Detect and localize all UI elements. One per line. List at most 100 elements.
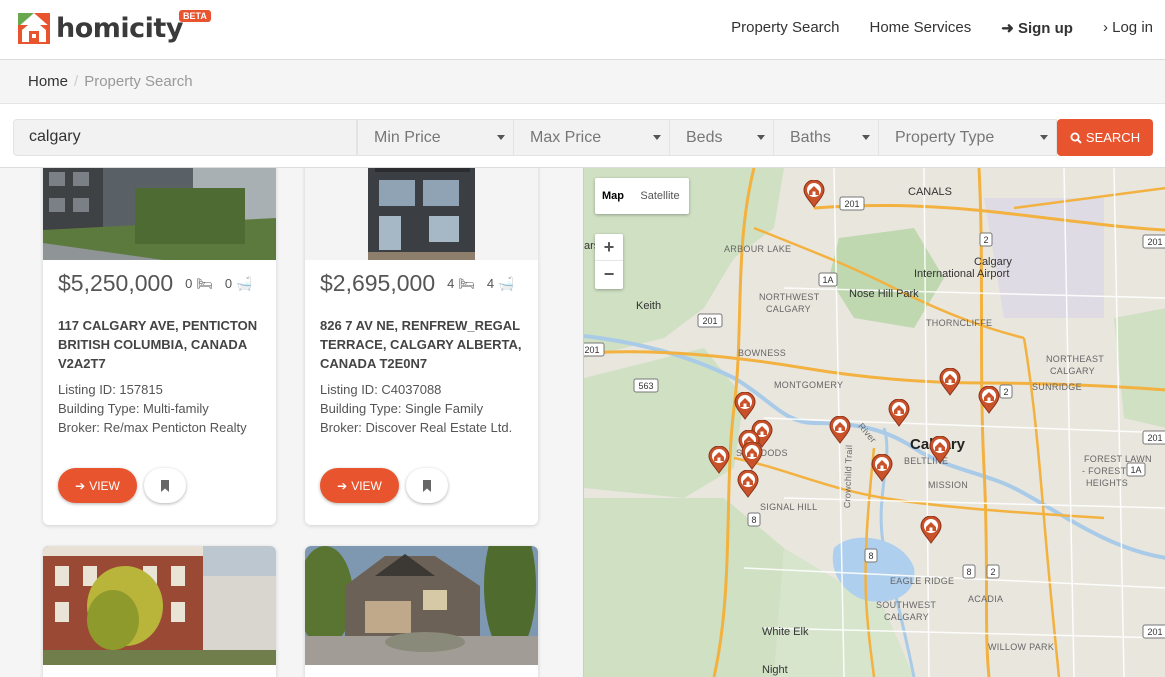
baths-label: Baths <box>790 129 831 146</box>
listing-address[interactable]: 117 CALGARY AVE, PENTICTON BRITISH COLUM… <box>58 316 268 373</box>
baths-count: 0 <box>224 276 233 291</box>
listing-price: $5,250,000 <box>58 270 174 296</box>
location-search-input[interactable]: calgary <box>13 119 357 156</box>
property-pin-icon[interactable] <box>929 435 951 464</box>
svg-text:201: 201 <box>844 199 859 209</box>
svg-text:201: 201 <box>1147 237 1162 247</box>
highway-shield: 1A <box>1126 462 1146 477</box>
listing-photo[interactable] <box>305 168 538 260</box>
listing-details: Listing ID: C4037088 Building Type: Sing… <box>320 380 530 437</box>
zoom-out-button[interactable]: − <box>595 261 623 288</box>
building-type: Building Type: Single Family <box>320 401 484 416</box>
property-pin-icon[interactable] <box>708 445 730 474</box>
search-button-label: SEARCH <box>1085 130 1141 145</box>
zoom-in-button[interactable]: + <box>595 234 623 261</box>
listing-price: $2,695,000 <box>320 270 436 296</box>
svg-text:2: 2 <box>1003 387 1008 397</box>
property-pin-icon[interactable] <box>741 441 763 470</box>
svg-text:563: 563 <box>638 381 653 391</box>
nav-log-in[interactable]: › Log in <box>1103 19 1153 37</box>
map-type-map[interactable]: Map <box>595 178 631 214</box>
highway-shield: 2 <box>979 232 993 247</box>
baths-select[interactable]: Baths <box>773 119 879 156</box>
listing-photo[interactable] <box>43 546 276 665</box>
nav-sign-up[interactable]: ➜ Sign up <box>1001 19 1073 37</box>
listing-photo[interactable] <box>43 168 276 260</box>
svg-text:8: 8 <box>751 515 756 525</box>
view-button[interactable]: ➔ VIEW <box>320 468 399 503</box>
min-price-select[interactable]: Min Price <box>357 119 514 156</box>
baths-count: 4 <box>486 276 495 291</box>
min-price-label: Min Price <box>374 129 441 146</box>
listing-id: Listing ID: 157815 <box>58 382 163 397</box>
listing-card: $5,250,000 0 🛏 0 🛁 117 CALGARY AVE, PENTIC… <box>43 168 276 525</box>
highway-shield: 8 <box>864 548 878 563</box>
svg-text:201: 201 <box>584 345 599 355</box>
property-pin-icon[interactable] <box>734 391 756 420</box>
map-type-control: Map Satellite <box>595 178 689 214</box>
listing-address[interactable]: 826 7 AV NE, RENFREW_REGAL TERRACE, CALG… <box>320 316 530 373</box>
baths-feature: 0 🛁 <box>225 276 252 292</box>
highway-shield: 8 <box>962 564 976 579</box>
price-row: $5,250,000 0 🛏 0 🛁 <box>58 270 268 297</box>
broker: Broker: Re/max Penticton Realty <box>58 420 247 435</box>
nav-home-services[interactable]: Home Services <box>870 19 972 37</box>
map-type-satellite[interactable]: Satellite <box>631 178 689 214</box>
breadcrumb: Home / Property Search <box>0 61 1165 103</box>
property-pin-icon[interactable] <box>939 367 961 396</box>
beds-select[interactable]: Beds <box>669 119 774 156</box>
bookmark-icon <box>423 479 431 492</box>
listing-photo[interactable] <box>305 546 538 665</box>
arrow-right-icon: ➔ <box>337 478 348 493</box>
svg-text:1A: 1A <box>822 275 833 285</box>
property-pin-icon[interactable] <box>737 469 759 498</box>
view-button[interactable]: ➔ VIEW <box>58 468 137 503</box>
bookmark-button[interactable] <box>406 468 448 503</box>
main-nav: Property Search Home Services ➜ Sign up … <box>731 19 1153 37</box>
beds-feature: 4 🛏 <box>447 276 475 292</box>
listings-panel: $5,250,000 0 🛏 0 🛁 117 CALGARY AVE, PENTIC… <box>0 168 583 677</box>
listing-card: $2,695,000 4 🛏 4 🛁 826 7 AV NE, RENFREW_RE… <box>305 168 538 525</box>
map-view[interactable]: CANALS ARBOUR LAKE Calgary International… <box>583 168 1165 677</box>
svg-text:1A: 1A <box>1130 465 1141 475</box>
caret-down-icon <box>862 135 870 140</box>
max-price-label: Max Price <box>530 129 602 146</box>
highway-shield: 201 <box>839 196 865 211</box>
search-button[interactable]: SEARCH <box>1057 119 1153 156</box>
svg-text:8: 8 <box>868 551 873 561</box>
bed-icon: 🛏 <box>458 275 475 291</box>
beds-count: 4 <box>447 276 455 291</box>
highway-shield: 563 <box>633 378 659 393</box>
caret-down-icon <box>497 135 505 140</box>
listing-card <box>43 546 276 677</box>
property-pin-icon[interactable] <box>920 515 942 544</box>
beds-feature: 0 🛏 <box>185 276 213 292</box>
log-in-label: Log in <box>1112 19 1153 36</box>
property-pin-icon[interactable] <box>803 179 825 208</box>
view-label: VIEW <box>351 478 382 493</box>
breadcrumb-home[interactable]: Home <box>28 73 68 90</box>
sign-up-label: Sign up <box>1017 20 1073 37</box>
property-pin-icon[interactable] <box>829 415 851 444</box>
property-type-label: Property Type <box>895 129 995 146</box>
svg-text:201: 201 <box>1147 433 1162 443</box>
nav-property-search[interactable]: Property Search <box>731 19 839 37</box>
search-bar: calgary Min Price Max Price Beds Baths P… <box>0 103 1165 168</box>
max-price-select[interactable]: Max Price <box>513 119 670 156</box>
chevron-right-icon: › <box>1102 19 1108 36</box>
beds-count: 0 <box>185 276 193 291</box>
svg-text:2: 2 <box>990 567 995 577</box>
highway-shield: 2 <box>986 564 1000 579</box>
property-pin-icon[interactable] <box>978 385 1000 414</box>
arrow-circle-right-icon: ➜ <box>1001 20 1014 37</box>
bookmark-button[interactable] <box>144 468 186 503</box>
brand-name: homicity <box>56 13 183 44</box>
property-type-select[interactable]: Property Type <box>878 119 1057 156</box>
highway-shields: 201 2 201 1A 201 563 2 1A 8 8 8 2 201 201 201 <box>584 196 1165 639</box>
breadcrumb-current: Property Search <box>84 73 193 90</box>
property-pin-icon[interactable] <box>871 453 893 482</box>
highway-shield: 201 <box>697 313 723 328</box>
property-pin-icon[interactable] <box>888 398 910 427</box>
homicity-logo[interactable]: homicity BETA <box>18 10 211 44</box>
bookmark-icon <box>161 479 169 492</box>
